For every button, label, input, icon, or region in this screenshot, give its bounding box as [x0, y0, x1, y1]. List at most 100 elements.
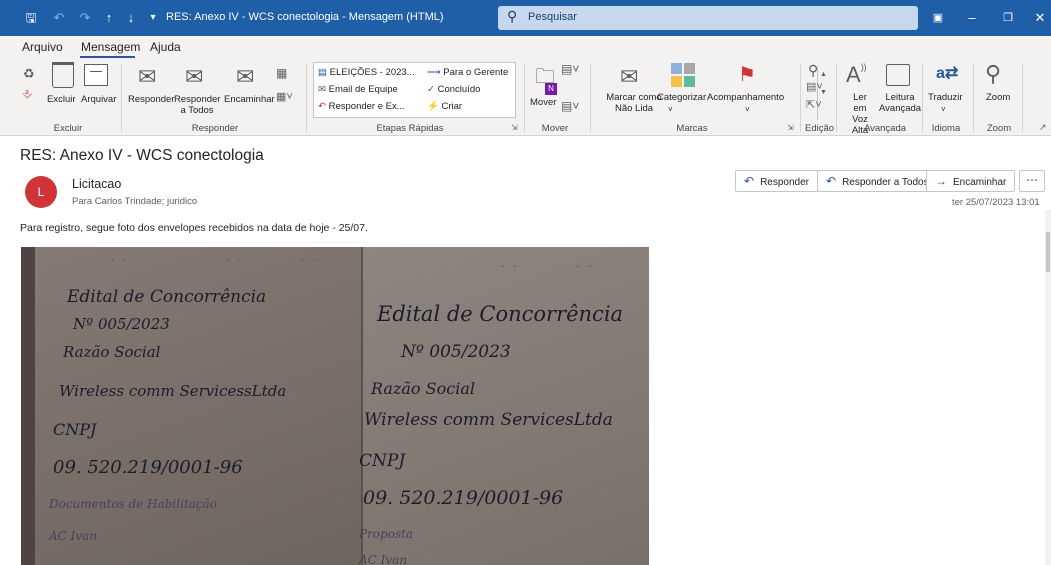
- quick-step-criar[interactable]: ⚡ Criar: [427, 101, 462, 112]
- left-line-3: Razão Social: [63, 343, 161, 361]
- categorize-icon[interactable]: [671, 63, 695, 87]
- left-line-8: AC Ivan: [49, 529, 98, 543]
- zoom-button[interactable]: Zoom: [986, 92, 1010, 103]
- follow-up-button[interactable]: Acompanhamento: [707, 92, 784, 103]
- window-title: RES: Anexo IV - WCS conectologia - Mensa…: [166, 11, 444, 23]
- immersive-reader-button[interactable]: Leitura Avançada: [879, 92, 921, 114]
- right-line-1: Edital de Concorrência: [377, 302, 624, 326]
- left-line-7: Documentos de Habilitação: [49, 497, 218, 511]
- quick-step-responder[interactable]: ↶ Responder e Ex...: [318, 101, 405, 112]
- left-line-4: Wireless comm ServicessLtda: [59, 382, 287, 400]
- save-icon[interactable]: 🖫: [22, 9, 40, 27]
- redo-icon[interactable]: ↷: [76, 9, 94, 27]
- group-label-mover: Mover: [541, 123, 569, 134]
- reply-action-button[interactable]: ↶ Responder: [735, 170, 818, 192]
- reply-button[interactable]: Responder: [128, 94, 174, 105]
- select-icon[interactable]: ⇱˅: [806, 98, 822, 111]
- minimize-icon[interactable]: –: [962, 8, 982, 28]
- delete-icon[interactable]: [52, 62, 74, 88]
- quick-step-gerente[interactable]: ⟶ Para o Gerente: [427, 67, 508, 78]
- tab-arquivo[interactable]: Arquivo: [22, 40, 63, 54]
- ribbon-separator: [121, 64, 122, 132]
- delete-button[interactable]: Excluir: [47, 94, 76, 105]
- search-box[interactable]: ⚲ Pesquisar: [498, 6, 918, 30]
- left-line-6: 09. 520.219/0001-96: [53, 457, 243, 478]
- ribbon-separator: [800, 64, 801, 132]
- quick-steps-gallery: ▤ ELEIÇÕES - 2023... ⟶ Para o Gerente ✉ …: [313, 62, 827, 120]
- customize-icon[interactable]: ▾: [144, 9, 162, 27]
- group-label-marcas: Marcas: [676, 123, 708, 134]
- undo-icon[interactable]: ↶: [50, 9, 68, 27]
- left-line-2: Nº 005/2023: [73, 315, 170, 333]
- checkmark-icon: ✓: [427, 84, 435, 95]
- reply-all-action-button[interactable]: ↶ Responder a Todos: [817, 170, 938, 192]
- archive-button[interactable]: Arquivar: [81, 94, 116, 105]
- ribbon-separator: [524, 64, 525, 132]
- more-respond-icon[interactable]: ▦˅: [276, 90, 293, 103]
- search-placeholder: Pesquisar: [528, 11, 577, 23]
- ribbon-display-icon[interactable]: ▣: [928, 8, 948, 28]
- avatar[interactable]: L: [25, 176, 57, 208]
- categorize-button[interactable]: Categorizar: [657, 92, 706, 103]
- actions-icon[interactable]: ▤˅: [561, 99, 579, 113]
- forward-button[interactable]: Encaminhar: [224, 94, 275, 105]
- quick-steps-scroll[interactable]: ▲ ▼: [817, 66, 829, 120]
- archive-icon[interactable]: [84, 64, 108, 86]
- rules-icon[interactable]: ▤˅: [561, 62, 579, 76]
- related-icon[interactable]: ▤˅: [806, 80, 823, 93]
- cleanup-icon[interactable]: ⎀: [22, 86, 32, 102]
- read-aloud-icon[interactable]: A)): [846, 62, 867, 88]
- ignore-icon[interactable]: ♻: [23, 66, 35, 82]
- title-bar: 🖫 ↶ ↷ ↑ ↓ ▾ RES: Anexo IV - WCS conectol…: [0, 0, 1051, 36]
- close-icon[interactable]: ✕: [1030, 8, 1050, 28]
- dialog-launcher-icon[interactable]: ⇲: [511, 123, 518, 132]
- photo-mark: - -: [226, 255, 245, 266]
- collapse-ribbon-icon[interactable]: ↗: [1039, 122, 1047, 133]
- reply-all-button[interactable]: Responder a Todos: [174, 94, 220, 116]
- immersive-reader-icon[interactable]: [886, 64, 910, 86]
- categorize-dropdown-icon[interactable]: ˅: [668, 104, 673, 115]
- more-actions-button[interactable]: ⋯: [1019, 170, 1045, 192]
- group-label-responder: Responder: [191, 123, 239, 134]
- find-icon[interactable]: ⚲: [808, 62, 818, 79]
- group-label-idioma: Idioma: [931, 123, 961, 134]
- message-subject: RES: Anexo IV - WCS conectologia: [20, 147, 264, 164]
- right-line-2: Nº 005/2023: [401, 342, 511, 362]
- translate-icon[interactable]: a⇄: [936, 63, 958, 83]
- zoom-icon[interactable]: ⚲: [985, 61, 1001, 87]
- scrollbar-thumb[interactable]: [1046, 232, 1050, 272]
- meeting-icon[interactable]: ▦: [276, 66, 287, 80]
- envelope-edge: [21, 247, 35, 565]
- restore-icon[interactable]: ❐: [998, 8, 1018, 28]
- tab-ajuda[interactable]: Ajuda: [150, 40, 181, 54]
- message-datetime: ter 25/07/2023 13:01: [952, 197, 1040, 208]
- search-icon: ⚲: [507, 8, 518, 24]
- dialog-launcher-icon[interactable]: ⇲: [787, 123, 794, 132]
- right-line-5: CNPJ: [359, 451, 406, 471]
- ribbon-separator: [1022, 64, 1023, 132]
- translate-button[interactable]: Traduzir: [928, 92, 963, 103]
- flag-icon[interactable]: ⚑: [738, 62, 756, 87]
- down-arrow-icon[interactable]: ↓: [122, 9, 140, 27]
- right-line-4: Wireless comm ServicesLtda: [364, 410, 613, 430]
- lightning-icon: ⚡: [427, 101, 439, 112]
- translate-dropdown-icon[interactable]: ˅: [941, 104, 946, 115]
- quick-step-eleicoes[interactable]: ▤ ELEIÇÕES - 2023...: [318, 67, 415, 78]
- quick-step-equipe[interactable]: ✉ Email de Equipe: [318, 84, 398, 95]
- ribbon-separator: [306, 64, 307, 132]
- onenote-icon[interactable]: N: [545, 83, 557, 95]
- mark-unread-icon[interactable]: ✉: [620, 64, 638, 90]
- reply-delete-icon: ↶: [318, 101, 326, 112]
- ribbon-separator: [973, 64, 974, 132]
- quick-step-concluido[interactable]: ✓ Concluído: [427, 84, 480, 95]
- reply-all-icon[interactable]: ✉: [185, 64, 203, 90]
- group-label-etapas: Etapas Rápidas: [376, 123, 444, 134]
- forward-icon[interactable]: ✉: [236, 64, 254, 90]
- forward-action-button[interactable]: → Encaminhar: [926, 170, 1016, 192]
- sender-name[interactable]: Licitacao: [72, 177, 121, 191]
- reply-icon[interactable]: ✉: [138, 64, 156, 90]
- tab-mensagem[interactable]: Mensagem: [81, 40, 140, 54]
- move-button[interactable]: Mover: [530, 97, 556, 108]
- up-arrow-icon[interactable]: ↑: [100, 9, 118, 27]
- follow-up-dropdown-icon[interactable]: ˅: [745, 104, 750, 115]
